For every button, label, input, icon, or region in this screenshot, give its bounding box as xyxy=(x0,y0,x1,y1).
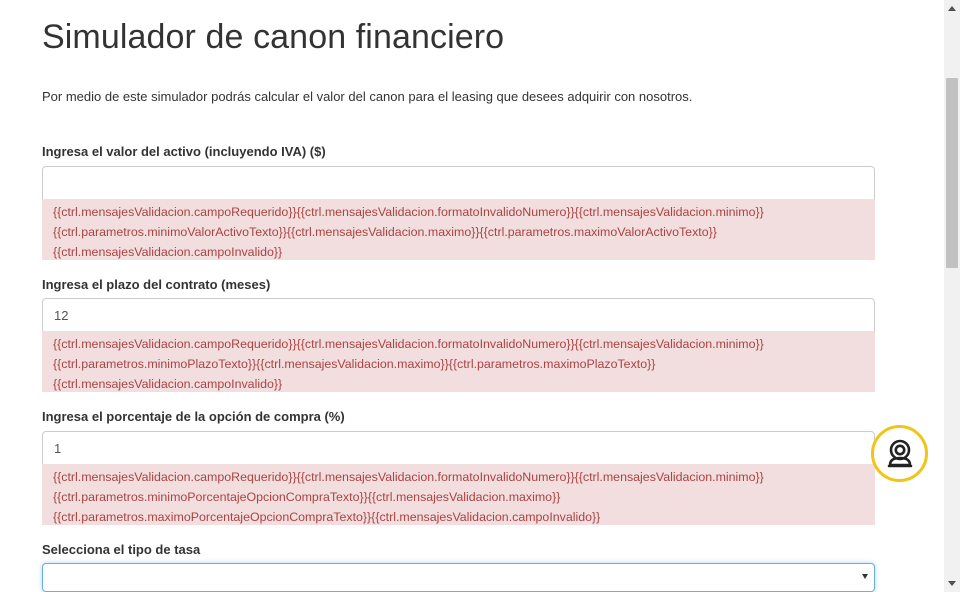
purchase-option-errors: {{ctrl.mensajesValidacion.campoRequerido… xyxy=(42,464,875,525)
rate-type-label: Selecciona el tipo de tasa xyxy=(42,542,201,557)
error-line: {{ctrl.mensajesValidacion.campoRequerido… xyxy=(53,337,764,351)
support-agent-icon xyxy=(887,439,912,467)
page-scrollbar[interactable] xyxy=(944,0,960,592)
rate-type-select[interactable] xyxy=(42,563,875,592)
scrollbar-thumb[interactable] xyxy=(946,78,958,268)
error-line: {{ctrl.parametros.minimoValorActivoTexto… xyxy=(53,225,717,239)
error-line: {{ctrl.mensajesValidacion.campoInvalido}… xyxy=(53,377,283,391)
error-line: {{ctrl.mensajesValidacion.campoInvalido}… xyxy=(53,245,283,259)
purchase-option-label: Ingresa el porcentaje de la opción de co… xyxy=(42,409,345,424)
term-errors: {{ctrl.mensajesValidacion.campoRequerido… xyxy=(42,331,875,392)
scroll-up-arrow-icon[interactable] xyxy=(948,6,956,11)
error-line: {{ctrl.mensajesValidacion.campoRequerido… xyxy=(53,205,764,219)
error-line: {{ctrl.parametros.maximoPorcentajeOpcion… xyxy=(53,510,601,524)
help-chat-button[interactable] xyxy=(871,425,928,482)
error-line: {{ctrl.mensajesValidacion.campoRequerido… xyxy=(53,470,764,484)
page-intro: Por medio de este simulador podrás calcu… xyxy=(42,89,693,104)
error-line: {{ctrl.parametros.minimoPorcentajeOpcion… xyxy=(53,490,561,504)
asset-value-errors: {{ctrl.mensajesValidacion.campoRequerido… xyxy=(42,199,875,260)
asset-value-label: Ingresa el valor del activo (incluyendo … xyxy=(42,144,326,159)
page-title: Simulador de canon financiero xyxy=(42,18,505,56)
term-input[interactable]: 12 xyxy=(42,298,875,332)
chevron-down-icon xyxy=(862,574,868,579)
asset-value-input[interactable] xyxy=(42,166,875,200)
term-label: Ingresa el plazo del contrato (meses) xyxy=(42,277,271,292)
scroll-down-arrow-icon[interactable] xyxy=(948,581,956,586)
purchase-option-input[interactable]: 1 xyxy=(42,431,875,465)
page: Simulador de canon financiero Por medio … xyxy=(0,0,944,592)
error-line: {{ctrl.parametros.minimoPlazoTexto}}{{ct… xyxy=(53,357,656,371)
